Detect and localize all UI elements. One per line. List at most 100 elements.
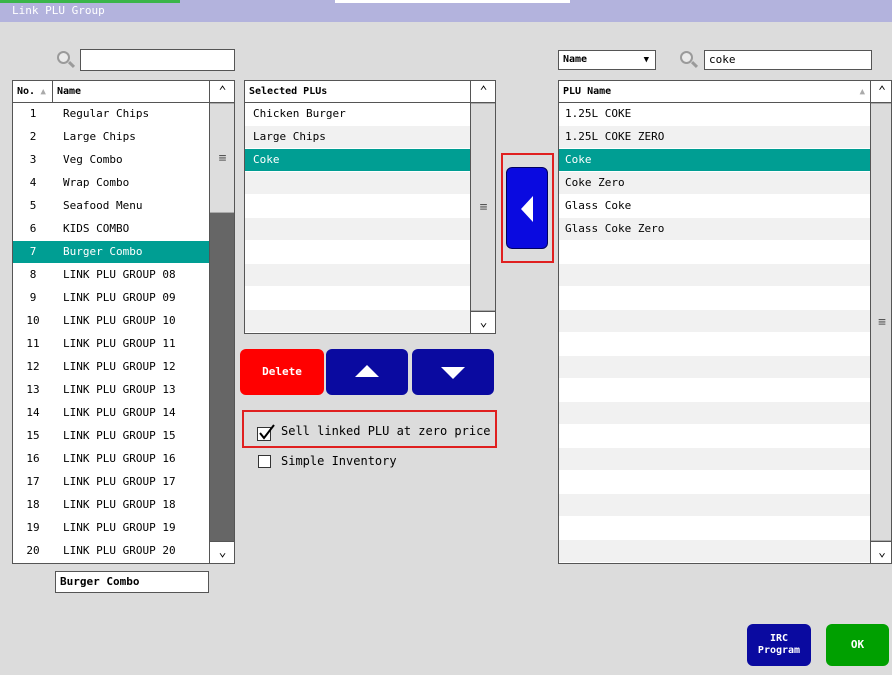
chevron-down-icon[interactable]: ⌄ [871, 541, 891, 563]
table-row[interactable]: 19 LINK PLU GROUP 19 [13, 517, 209, 539]
window-title: Link PLU Group [12, 4, 105, 17]
title-accent-white [335, 0, 570, 3]
row-number: 7 [29, 245, 37, 258]
table-row[interactable]: 13 LINK PLU GROUP 13 [13, 379, 209, 401]
table-row[interactable]: 8 LINK PLU GROUP 08 [13, 264, 209, 286]
arrow-left-icon [521, 196, 533, 222]
row-name: Burger Combo [63, 245, 143, 258]
search-icon[interactable] [56, 50, 76, 70]
row-name: LINK PLU GROUP 08 [63, 268, 176, 281]
table-row[interactable]: 11 LINK PLU GROUP 11 [13, 333, 209, 355]
table-row[interactable]: 7 Burger Combo [13, 241, 209, 263]
row-number: 15 [26, 429, 40, 442]
row-number: 19 [26, 521, 40, 534]
link-group-table: No. ▲ Name 1 Regular Chips 2 Large Chips 3 Ve… [12, 80, 235, 564]
selected-plus-scrollbar[interactable]: ⌃ ≡ ⌄ [470, 81, 495, 333]
list-item[interactable]: Coke [559, 149, 870, 171]
plu-list-scrollbar[interactable]: ⌃ ≡ ⌄ [870, 81, 891, 563]
row-number: 18 [26, 498, 40, 511]
simple-inventory-label: Simple Inventory [281, 454, 397, 468]
list-item[interactable]: 1.25L COKE ZERO [559, 126, 870, 148]
sell-zero-price-label: Sell linked PLU at zero price [281, 424, 491, 438]
row-name: LINK PLU GROUP 12 [63, 360, 176, 373]
plu-filter-field-select[interactable]: Name ▼ [558, 50, 656, 70]
delete-button[interactable]: Delete [240, 349, 324, 395]
table-row[interactable]: 5 Seafood Menu [13, 195, 209, 217]
simple-inventory-checkbox[interactable] [258, 455, 271, 468]
empty-row [559, 356, 870, 378]
column-header-plu-name[interactable]: PLU Name ▲ [559, 81, 871, 103]
chevron-up-icon[interactable]: ⌃ [871, 81, 891, 103]
group-list-scrollbar[interactable]: ⌃ ≡ ⌄ [209, 81, 234, 563]
table-row[interactable]: 2 Large Chips [13, 126, 209, 148]
sell-zero-price-checkbox[interactable] [257, 424, 275, 442]
chevron-up-icon[interactable]: ⌃ [471, 81, 495, 103]
row-name: KIDS COMBO [63, 222, 130, 235]
empty-row [559, 517, 870, 539]
list-item[interactable]: 1.25L COKE [559, 103, 870, 125]
column-header-no[interactable]: No. ▲ [13, 81, 53, 103]
row-name: LINK PLU GROUP 19 [63, 521, 176, 534]
row-number: 6 [29, 222, 37, 235]
add-to-selected-button[interactable] [506, 167, 548, 249]
row-name: Seafood Menu [63, 199, 143, 212]
list-item[interactable]: Chicken Burger [245, 103, 470, 125]
group-search-input[interactable] [80, 49, 235, 71]
row-number: 14 [26, 406, 40, 419]
empty-row [245, 264, 470, 286]
table-row[interactable]: 16 LINK PLU GROUP 16 [13, 448, 209, 470]
table-row[interactable]: 9 LINK PLU GROUP 09 [13, 287, 209, 309]
row-name: LINK PLU GROUP 20 [63, 544, 176, 557]
list-item[interactable]: Glass Coke [559, 195, 870, 217]
empty-row [245, 241, 470, 263]
empty-row [245, 218, 470, 240]
row-name: LINK PLU GROUP 16 [63, 452, 176, 465]
table-row[interactable]: 15 LINK PLU GROUP 15 [13, 425, 209, 447]
empty-row [245, 287, 470, 309]
empty-row [245, 172, 470, 194]
table-row[interactable]: 17 LINK PLU GROUP 17 [13, 471, 209, 493]
list-item[interactable]: Coke [245, 149, 470, 171]
row-name: LINK PLU GROUP 11 [63, 337, 176, 350]
list-item[interactable]: Glass Coke Zero [559, 218, 870, 240]
table-row[interactable]: 12 LINK PLU GROUP 12 [13, 356, 209, 378]
row-name: LINK PLU GROUP 17 [63, 475, 176, 488]
list-item[interactable]: Large Chips [245, 126, 470, 148]
table-row[interactable]: 6 KIDS COMBO [13, 218, 209, 240]
table-row[interactable]: 1 Regular Chips [13, 103, 209, 125]
ok-button[interactable]: OK [826, 624, 889, 666]
move-up-button[interactable] [326, 349, 408, 395]
table-row[interactable]: 10 LINK PLU GROUP 10 [13, 310, 209, 332]
chevron-up-icon[interactable]: ⌃ [210, 81, 234, 103]
search-icon[interactable] [679, 50, 699, 70]
row-number: 9 [29, 291, 37, 304]
table-row[interactable]: 4 Wrap Combo [13, 172, 209, 194]
irc-label-line1: IRC [769, 633, 789, 644]
row-name: LINK PLU GROUP 18 [63, 498, 176, 511]
row-number: 17 [26, 475, 40, 488]
group-name-input[interactable]: Burger Combo [55, 571, 209, 593]
scroll-thumb[interactable]: ≡ [471, 103, 495, 311]
row-number: 2 [29, 130, 37, 143]
empty-row [559, 494, 870, 516]
table-row[interactable]: 14 LINK PLU GROUP 14 [13, 402, 209, 424]
plu-search-input[interactable]: coke [704, 50, 872, 70]
table-row[interactable]: 20 LINK PLU GROUP 20 [13, 540, 209, 562]
row-number: 4 [29, 176, 37, 189]
column-header-name[interactable]: Name [53, 81, 210, 103]
chevron-down-icon[interactable]: ⌄ [471, 311, 495, 333]
scroll-thumb[interactable]: ≡ [871, 103, 891, 541]
row-name: Wrap Combo [63, 176, 130, 189]
row-number: 1 [29, 107, 37, 120]
move-down-button[interactable] [412, 349, 494, 395]
table-row[interactable]: 3 Veg Combo [13, 149, 209, 171]
empty-row [559, 425, 870, 447]
scroll-thumb[interactable]: ≡ [210, 103, 234, 213]
row-name: LINK PLU GROUP 13 [63, 383, 176, 396]
empty-row [559, 471, 870, 493]
irc-program-button[interactable]: IRC Program [747, 624, 811, 666]
chevron-down-icon[interactable]: ⌄ [210, 541, 234, 563]
table-row[interactable]: 18 LINK PLU GROUP 18 [13, 494, 209, 516]
plu-name-table: PLU Name ▲ 1.25L COKE 1.25L COKE ZERO Coke… [558, 80, 892, 564]
list-item[interactable]: Coke Zero [559, 172, 870, 194]
